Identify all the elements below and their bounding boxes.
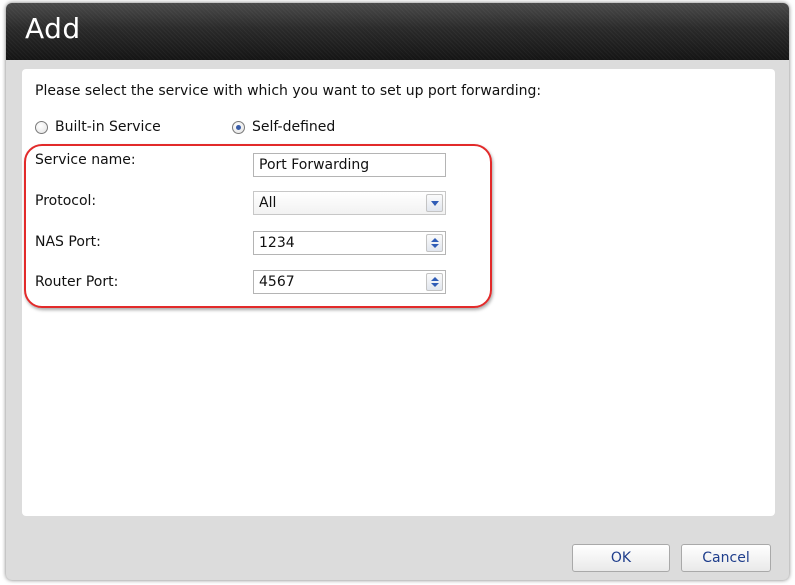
spin-up-icon[interactable] xyxy=(431,277,439,281)
chevron-down-icon xyxy=(431,201,439,206)
spin-down-icon[interactable] xyxy=(431,244,439,248)
radio-built-in-service[interactable]: Built-in Service xyxy=(35,119,161,135)
add-dialog: Add Please select the service with which… xyxy=(6,3,789,580)
router-port-label: Router Port: xyxy=(35,274,119,290)
spin-up-icon[interactable] xyxy=(431,238,439,242)
radio-checked-icon[interactable] xyxy=(232,120,245,134)
spin-down-icon[interactable] xyxy=(431,283,439,287)
radio-unchecked-icon[interactable] xyxy=(35,120,48,134)
protocol-select[interactable]: All xyxy=(253,191,446,215)
title-bar[interactable]: Add xyxy=(6,3,789,60)
radio-label-self-defined: Self-defined xyxy=(252,119,336,135)
router-port-spinner[interactable] xyxy=(426,273,443,291)
dialog-title: Add xyxy=(25,12,81,45)
router-port-input[interactable]: 4567 xyxy=(253,270,446,294)
dropdown-button[interactable] xyxy=(426,194,443,212)
router-port-value: 4567 xyxy=(259,274,295,290)
cancel-button[interactable]: Cancel xyxy=(681,544,771,572)
nas-port-label: NAS Port: xyxy=(35,234,101,250)
form-panel: Please select the service with which you… xyxy=(22,69,775,516)
radio-self-defined[interactable]: Self-defined xyxy=(232,119,335,135)
nas-port-value: 1234 xyxy=(259,235,295,251)
nas-port-spinner[interactable] xyxy=(426,234,443,252)
ok-button[interactable]: OK xyxy=(572,544,670,572)
protocol-label: Protocol: xyxy=(35,193,97,209)
radio-label-built-in: Built-in Service xyxy=(55,119,161,135)
protocol-value: All xyxy=(259,195,277,211)
service-prompt: Please select the service with which you… xyxy=(35,83,542,99)
service-name-value: Port Forwarding xyxy=(259,157,370,173)
service-name-input[interactable]: Port Forwarding xyxy=(253,153,446,177)
nas-port-input[interactable]: 1234 xyxy=(253,231,446,255)
service-name-label: Service name: xyxy=(35,152,136,168)
